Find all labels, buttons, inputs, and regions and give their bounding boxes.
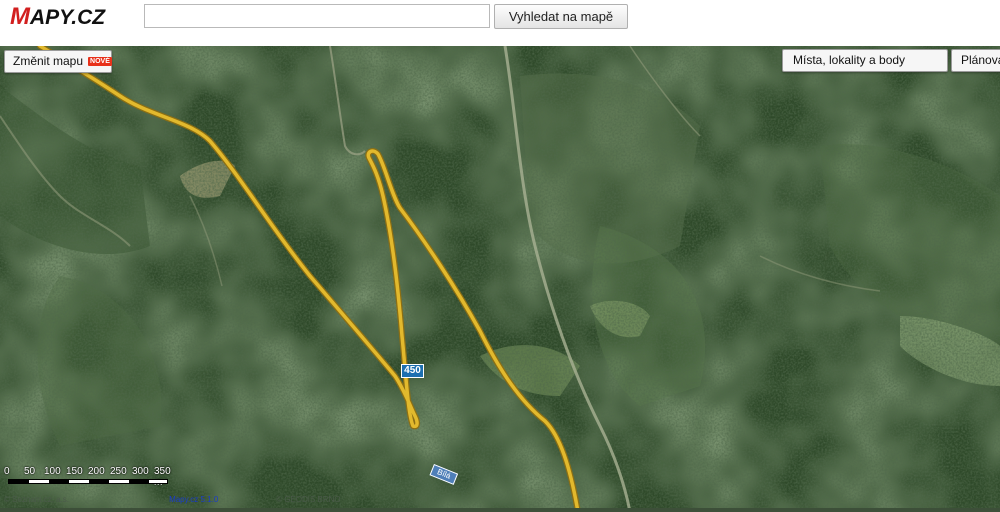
scale-label-200: 200 — [88, 466, 105, 477]
planning-button[interactable]: Plánova — [951, 49, 1000, 72]
svg-text:APY.CZ: APY.CZ — [29, 6, 106, 29]
mapy-version-link[interactable]: Mapy.cz 5.1.0 — [169, 495, 218, 504]
scale-label-100: 100 — [44, 466, 61, 477]
road-number-sign: 450 — [401, 364, 424, 378]
scale-label-300: 300 — [132, 466, 149, 477]
scale-label-250: 250 — [110, 466, 127, 477]
search-input[interactable] — [144, 4, 490, 28]
svg-text:M: M — [10, 3, 31, 30]
search-on-map-button[interactable]: Vyhledat na mapě — [494, 4, 628, 29]
scale-tick-labels: 0 50 100 150 200 250 300 350 m — [4, 466, 184, 488]
map-bottom-strip — [0, 508, 1000, 512]
map-viewport[interactable]: Změnit mapu NOVÉ Místa, lokality a body P… — [0, 46, 1000, 512]
top-bar: M APY.CZ Vyhledat na mapě — [0, 0, 1000, 46]
change-map-label: Změnit mapu — [13, 54, 84, 68]
satellite-imagery — [0, 46, 1000, 512]
new-badge: NOVÉ — [88, 57, 112, 66]
scale-label-0: 0 — [4, 466, 10, 477]
mapy-logo[interactable]: M APY.CZ — [10, 2, 130, 30]
attribution-right: © GEODIS BRNO — [276, 495, 341, 504]
scale-label-350: 350 m — [154, 466, 171, 488]
scale-label-50: 50 — [24, 466, 36, 477]
scale-bar: 0 50 100 150 200 250 300 350 m — [4, 466, 184, 488]
scale-label-150: 150 — [66, 466, 83, 477]
attribution-left: © Seznam.cz, a.s. — [4, 495, 70, 504]
places-button[interactable]: Místa, lokality a body — [782, 49, 948, 72]
scale-bar-graphic — [8, 479, 168, 484]
change-map-button[interactable]: Změnit mapu NOVÉ — [4, 50, 112, 73]
map-attribution: © Seznam.cz, a.s. Mapy.cz 5.1.0 © GEODIS… — [4, 495, 564, 507]
